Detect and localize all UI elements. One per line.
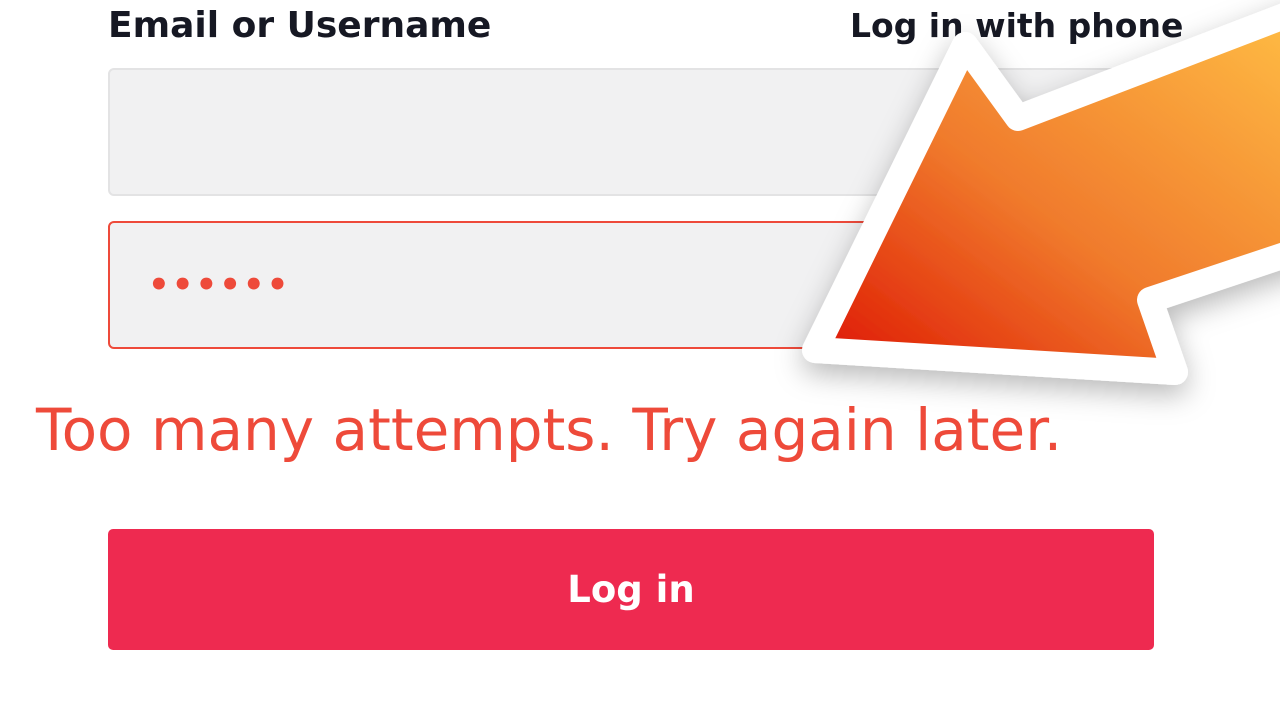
error-message: Too many attempts. Try again later.	[36, 396, 1063, 464]
password-field[interactable]: ••••••	[108, 221, 1154, 349]
log-in-with-phone-link[interactable]: Log in with phone	[850, 4, 1183, 48]
password-mask: ••••••	[148, 265, 291, 305]
email-label: Email or Username	[108, 5, 492, 46]
login-button[interactable]: Log in	[108, 529, 1154, 650]
login-form-screen: Email or Username Log in with phone ••••…	[0, 0, 1280, 720]
email-field[interactable]	[108, 68, 1154, 196]
